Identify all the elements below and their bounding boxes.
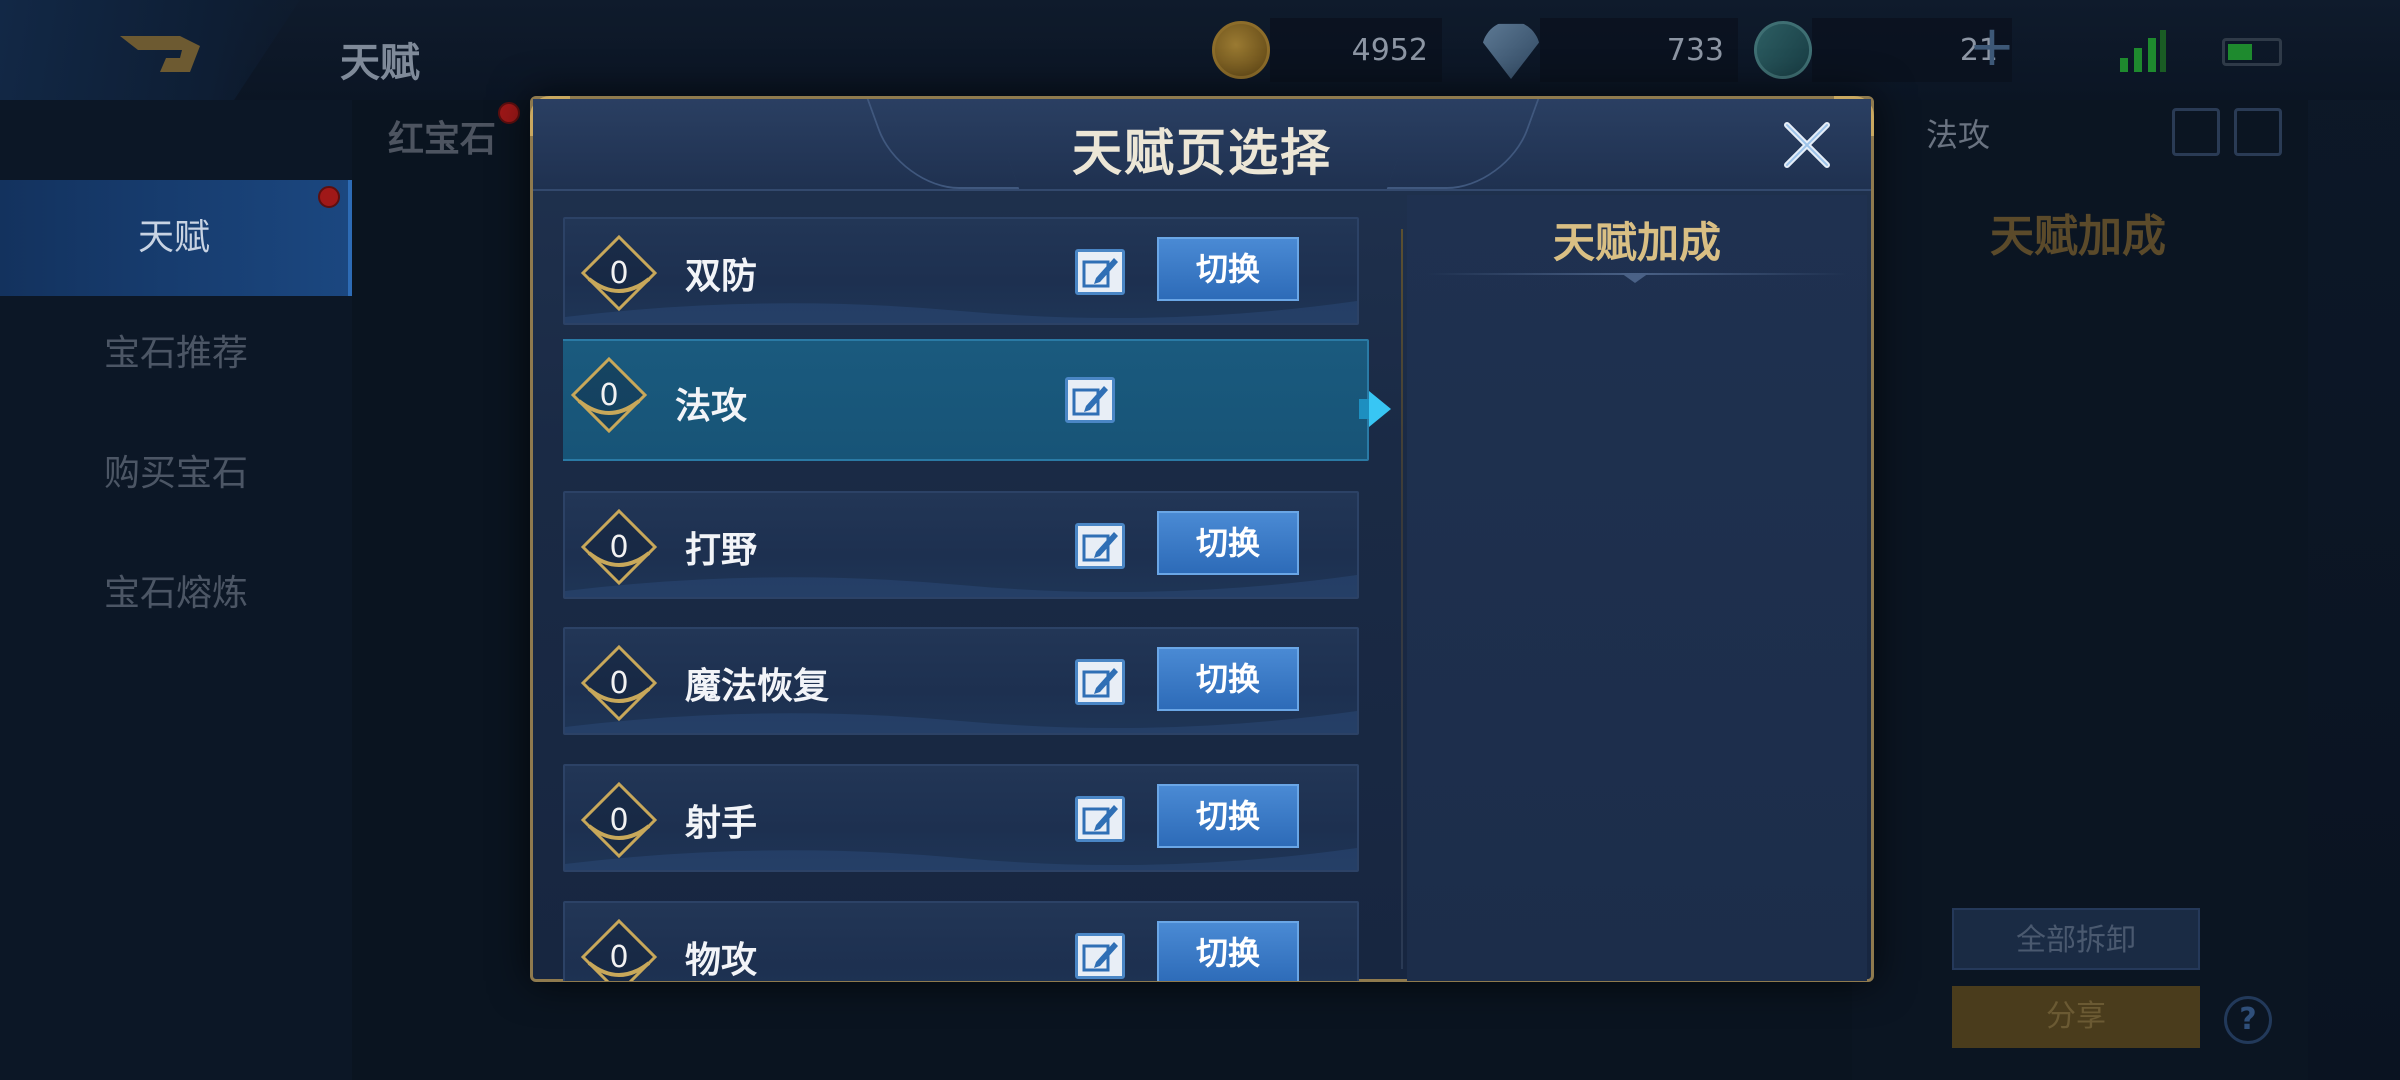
switch-button[interactable]: 切换 — [1157, 921, 1299, 981]
switch-button[interactable]: 切换 — [1157, 647, 1299, 711]
back-arrow-icon[interactable] — [110, 22, 210, 80]
talent-level-badge: 0 — [569, 355, 649, 435]
pencil-icon — [1082, 805, 1118, 835]
help-icon[interactable]: ? — [2224, 996, 2272, 1044]
talent-page-row[interactable]: 0 双防 切换 — [563, 217, 1359, 325]
rename-button[interactable] — [1075, 249, 1125, 295]
switch-button[interactable]: 切换 — [1157, 511, 1299, 575]
tab-red-gem[interactable]: 红宝石 — [388, 110, 496, 162]
talent-page-name: 法攻 — [675, 386, 748, 427]
talent-page-row[interactable]: 0 打野 切换 — [563, 491, 1359, 599]
chevron-down-icon — [1621, 273, 1649, 283]
pencil-icon — [1072, 386, 1108, 416]
signal-icon — [2120, 30, 2166, 72]
talent-page-select-dialog: 天赋页选择 0 双防 切换 0 法攻 0 打野 切换 0 魔法恢复 切换 0 射手 切换 0 物攻 切换 天赋加… — [530, 96, 1874, 982]
share-button[interactable]: 分享 — [1952, 986, 2200, 1048]
talent-level-value: 0 — [609, 666, 629, 701]
talent-level-badge: 0 — [579, 917, 659, 981]
talent-level-badge: 0 — [579, 233, 659, 313]
pencil-icon — [1082, 532, 1118, 562]
bonus-panel: 天赋加成 — [1407, 195, 1867, 981]
rename-button[interactable] — [1075, 523, 1125, 569]
sidebar-item-buy-gems[interactable]: 购买宝石 — [0, 416, 352, 532]
ticket-icon — [1748, 15, 1818, 85]
panel-divider — [1401, 229, 1403, 969]
talent-level-value: 0 — [599, 378, 619, 413]
rename-button[interactable] — [1065, 377, 1115, 423]
talent-level-badge: 0 — [579, 643, 659, 723]
talent-page-row[interactable]: 0 法攻 — [563, 339, 1369, 461]
close-button[interactable] — [1779, 117, 1835, 173]
dialog-title: 天赋页选择 — [1072, 124, 1332, 182]
background-bonus-title: 天赋加成 — [1990, 211, 2166, 262]
rename-button[interactable] — [1075, 933, 1125, 979]
talent-page-name: 魔法恢复 — [685, 666, 830, 707]
rename-button[interactable] — [1075, 796, 1125, 842]
talent-page-row[interactable]: 0 魔法恢复 切换 — [563, 627, 1359, 735]
talent-page-name: 双防 — [685, 256, 758, 297]
talent-level-value: 0 — [609, 803, 629, 838]
dialog-header: 天赋页选择 — [533, 99, 1871, 191]
talent-level-badge: 0 — [579, 780, 659, 860]
switch-button[interactable]: 切换 — [1157, 237, 1299, 301]
gold-value: 4952 — [1270, 18, 1442, 82]
talent-level-value: 0 — [609, 940, 629, 975]
sidebar-item-gem-smelt[interactable]: 宝石熔炼 — [0, 536, 352, 652]
gold-resource: 4952 — [1212, 18, 1442, 82]
talent-level-value: 0 — [609, 530, 629, 565]
notification-dot — [318, 186, 340, 208]
current-page-label[interactable]: 法攻 — [1926, 110, 1990, 156]
diamond-resource: 733 — [1482, 18, 1738, 82]
talent-page-name: 射手 — [685, 803, 758, 844]
pencil-icon — [1082, 942, 1118, 972]
battery-icon — [2222, 38, 2282, 66]
talent-page-list[interactable]: 0 双防 切换 0 法攻 0 打野 切换 0 魔法恢复 切换 0 射手 切换 0 物攻 切换 — [563, 217, 1373, 981]
add-icon[interactable] — [2234, 108, 2282, 156]
switch-button[interactable]: 切换 — [1157, 784, 1299, 848]
page-title: 天赋 — [340, 40, 420, 86]
talent-page-name: 打野 — [685, 530, 758, 571]
sidebar-item-talent[interactable]: 天赋 — [0, 180, 352, 296]
remove-all-button[interactable]: 全部拆卸 — [1952, 908, 2200, 970]
selected-arrow-icon — [1369, 391, 1391, 427]
talent-level-badge: 0 — [579, 507, 659, 587]
diamond-icon — [1482, 23, 1540, 79]
talent-page-row[interactable]: 0 物攻 切换 — [563, 901, 1359, 981]
close-icon[interactable] — [1779, 117, 1835, 173]
talent-level-value: 0 — [609, 256, 629, 291]
pencil-icon — [1082, 668, 1118, 698]
talent-page-row[interactable]: 0 射手 切换 — [563, 764, 1359, 872]
talent-page-name: 物攻 — [685, 940, 758, 981]
top-bar: 天赋 4952 733 21 + — [0, 0, 2400, 100]
bonus-title: 天赋加成 — [1552, 218, 1721, 267]
gold-coin-icon — [1212, 21, 1270, 79]
rename-button[interactable] — [1075, 659, 1125, 705]
add-currency-icon[interactable]: + — [1960, 18, 2024, 82]
pencil-icon — [1082, 258, 1118, 288]
diamond-value: 733 — [1540, 18, 1738, 82]
edit-icon[interactable] — [2172, 108, 2220, 156]
notification-dot — [498, 102, 520, 124]
sidebar-item-gem-recommend[interactable]: 宝石推荐 — [0, 296, 352, 412]
